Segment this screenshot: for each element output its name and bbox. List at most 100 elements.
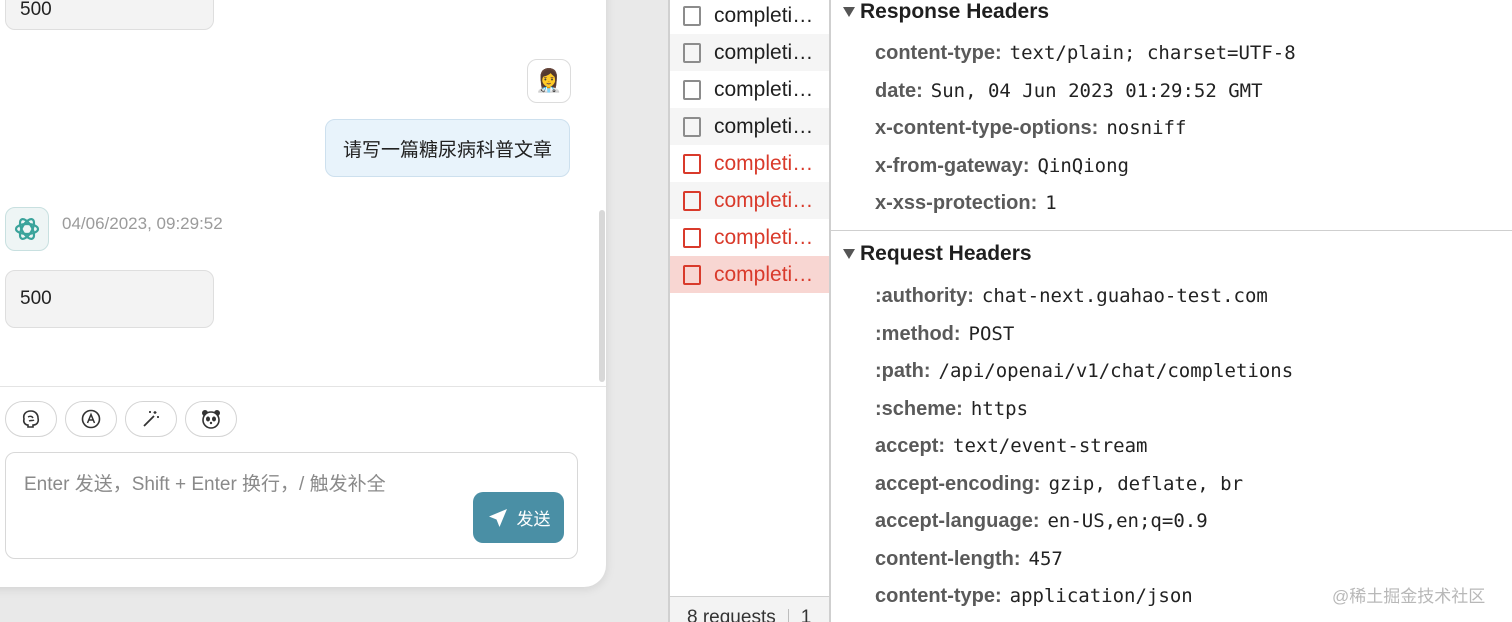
bot-message-text: 500	[20, 0, 52, 20]
message-timestamp: 04/06/2023, 09:29:52	[62, 214, 223, 233]
magic-wand-icon	[143, 411, 159, 427]
prompt-magic-button[interactable]	[125, 401, 177, 437]
brain-icon	[22, 410, 40, 428]
header-row: accept: text/event-stream	[875, 435, 1148, 458]
bot-message-text: 500	[20, 288, 52, 309]
header-name: accept-encoding:	[875, 473, 1041, 495]
bot-message-bubble: 500	[5, 270, 214, 328]
network-request-list: completi… completi… completi… completi… …	[670, 0, 829, 622]
composer-divider	[0, 386, 606, 387]
status-separator	[787, 608, 789, 622]
request-checkbox[interactable]	[683, 5, 701, 26]
header-row: :method: POST	[875, 323, 1014, 346]
openai-logo-icon	[14, 218, 40, 240]
request-row-error[interactable]: completi…	[670, 219, 829, 256]
request-name: completi…	[714, 40, 814, 64]
request-checkbox[interactable]	[683, 190, 701, 211]
request-row[interactable]: completi…	[670, 0, 829, 34]
request-checkbox[interactable]	[683, 116, 701, 137]
user-avatar: 👩‍⚕️	[527, 59, 571, 103]
mask-button[interactable]	[185, 401, 237, 437]
panda-icon	[202, 410, 220, 429]
header-value: 457	[1028, 548, 1063, 570]
header-name: :scheme:	[875, 398, 963, 420]
header-name: content-type:	[875, 585, 1002, 607]
header-name: content-type:	[875, 42, 1002, 64]
header-row: content-type: text/plain; charset=UTF-8	[875, 42, 1296, 65]
user-message-text: 请写一篇糖尿病科普文章	[342, 139, 552, 161]
network-status-bar: 8 requests 1	[670, 596, 829, 622]
expand-triangle-icon	[843, 249, 855, 259]
header-value: application/json	[1009, 585, 1193, 607]
request-row-selected[interactable]: completi…	[670, 256, 829, 293]
message-input[interactable]	[24, 469, 464, 499]
watermark: @稀土掘金技术社区	[1332, 587, 1486, 606]
request-name: completi…	[714, 114, 814, 138]
request-row[interactable]: completi…	[670, 34, 829, 71]
auto-icon	[81, 409, 101, 429]
request-name: completi…	[714, 151, 814, 175]
header-row: accept-encoding: gzip, deflate, br	[875, 473, 1243, 496]
request-row[interactable]: completi…	[670, 71, 829, 108]
header-name: content-length:	[875, 548, 1021, 570]
header-value: nosniff	[1106, 117, 1187, 139]
header-row: :authority: chat-next.guahao-test.com	[875, 285, 1268, 308]
header-name: x-content-type-options:	[875, 117, 1099, 139]
header-name: x-xss-protection:	[875, 192, 1038, 214]
response-headers-toggle[interactable]: Response Headers	[843, 0, 1049, 24]
section-divider	[831, 230, 1512, 231]
bot-avatar	[5, 207, 49, 251]
header-value: text/event-stream	[953, 435, 1148, 457]
request-checkbox[interactable]	[683, 264, 701, 285]
header-row: x-content-type-options: nosniff	[875, 117, 1186, 140]
header-row: accept-language: en-US,en;q=0.9	[875, 510, 1208, 533]
section-title: Request Headers	[860, 242, 1032, 265]
request-checkbox[interactable]	[683, 153, 701, 174]
header-row: x-from-gateway: QinQiong	[875, 155, 1129, 178]
request-headers-toggle[interactable]: Request Headers	[843, 242, 1032, 266]
user-message-bubble: 请写一篇糖尿病科普文章	[325, 119, 570, 177]
header-name: :authority:	[875, 285, 974, 307]
chat-scrollbar[interactable]	[599, 210, 605, 382]
expand-triangle-icon	[843, 7, 855, 17]
header-name: :path:	[875, 360, 931, 382]
send-label: 发送	[516, 510, 551, 529]
request-checkbox[interactable]	[683, 79, 701, 100]
header-row: x-xss-protection: 1	[875, 192, 1057, 215]
request-name: completi…	[714, 262, 814, 286]
header-name: date:	[875, 80, 923, 102]
header-value: text/plain; charset=UTF-8	[1009, 42, 1296, 64]
status-extra: 1	[800, 607, 812, 622]
header-name: x-from-gateway:	[875, 155, 1030, 177]
request-name: completi…	[714, 225, 814, 249]
header-row: date: Sun, 04 Jun 2023 01:29:52 GMT	[875, 80, 1263, 103]
request-count: 8 requests	[687, 607, 776, 622]
send-arrow-icon	[488, 508, 507, 527]
headers-pane: Response Headers content-type: text/plain…	[831, 0, 1512, 622]
header-value: POST	[968, 323, 1015, 345]
header-row: :path: /api/openai/v1/chat/completions	[875, 360, 1293, 383]
header-name: accept:	[875, 435, 946, 457]
request-checkbox[interactable]	[683, 227, 701, 248]
request-name: completi…	[714, 3, 814, 27]
header-value: 1	[1045, 192, 1057, 214]
header-row: content-length: 457	[875, 548, 1063, 571]
header-name: :method:	[875, 323, 961, 345]
request-row-error[interactable]: completi…	[670, 145, 829, 182]
section-title: Response Headers	[860, 0, 1050, 23]
bot-message-bubble-previous: 500	[5, 0, 214, 30]
auto-theme-button[interactable]	[65, 401, 117, 437]
header-value: gzip, deflate, br	[1048, 473, 1244, 495]
request-name: completi…	[714, 188, 814, 212]
request-row[interactable]: completi…	[670, 108, 829, 145]
header-value: Sun, 04 Jun 2023 01:29:52 GMT	[930, 80, 1263, 102]
request-name: completi…	[714, 77, 814, 101]
doctor-avatar-icon: 👩‍⚕️	[535, 68, 563, 93]
header-value: /api/openai/v1/chat/completions	[938, 360, 1294, 382]
send-button[interactable]: 发送	[473, 492, 564, 543]
header-row: :scheme: https	[875, 398, 1028, 421]
brain-settings-button[interactable]	[5, 401, 57, 437]
request-checkbox[interactable]	[683, 42, 701, 63]
header-value: QinQiong	[1037, 155, 1129, 177]
request-row-error[interactable]: completi…	[670, 182, 829, 219]
